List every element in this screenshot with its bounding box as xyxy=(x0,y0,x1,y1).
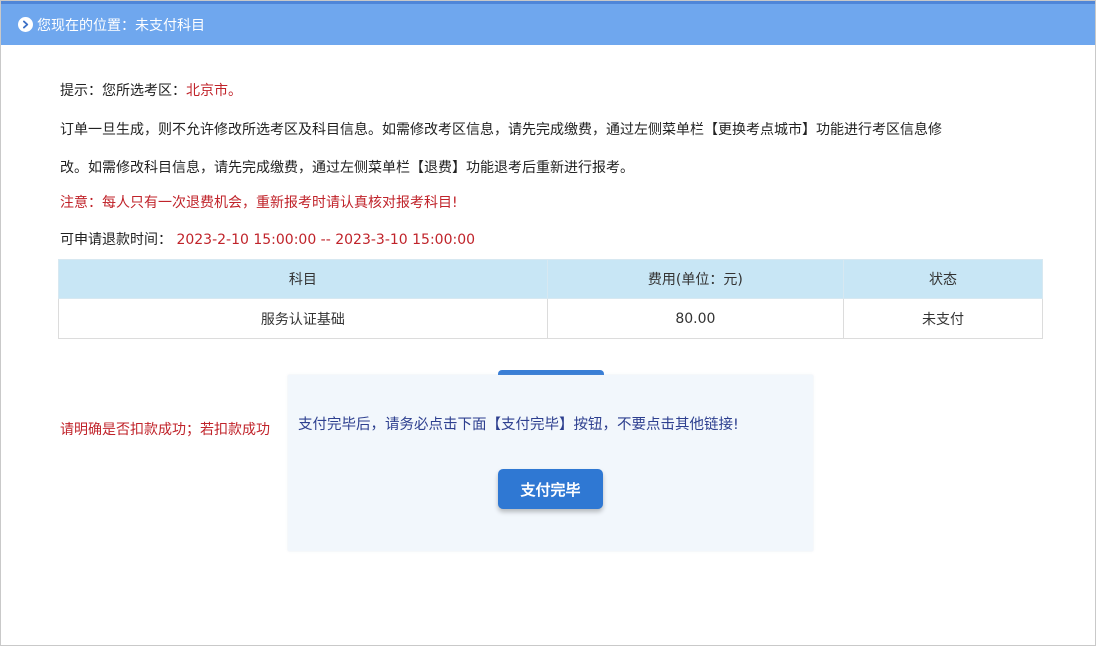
payment-complete-button[interactable]: 支付完毕 xyxy=(498,469,603,509)
refund-time: 可申请退款时间： 2023-2-10 15:00:00 -- 2023-3-10… xyxy=(60,230,475,250)
circle-chevron-right-icon xyxy=(18,17,33,32)
refund-time-value: 2023-2-10 15:00:00 -- 2023-3-10 15:00:00 xyxy=(176,232,476,248)
order-notice-line-1: 订单一旦生成，则不允许修改所选考区及科目信息。如需修改考区信息，请先完成缴费，通… xyxy=(60,122,942,138)
refund-warning: 注意：每人只有一次退费机会，重新报考时请认真核对报考科目! xyxy=(60,195,458,211)
table-header-row: 科目 费用(单位：元) 状态 xyxy=(58,259,1043,299)
page: 您现在的位置： 未支付科目 提示：您所选考区：北京市。 订单一旦生成，则不允许修… xyxy=(0,0,1096,646)
table-row: 服务认证基础 80.00 未支付 xyxy=(58,298,1043,339)
breadcrumb-current: 未支付科目 xyxy=(135,17,205,34)
column-header-fee: 费用(单位：元) xyxy=(546,259,845,299)
payment-modal: 支付完毕后，请务必点击下面【支付完毕】按钮，不要点击其他链接! 支付完毕 xyxy=(288,375,813,551)
order-notice-line-2: 改。如需修改科目信息，请先完成缴费，通过左侧菜单栏【退费】功能退考后重新进行报考… xyxy=(60,160,634,176)
refund-time-label: 可申请退款时间： xyxy=(60,232,172,248)
region-notice: 提示：您所选考区：北京市。 xyxy=(60,81,242,101)
status-cell: 未支付 xyxy=(843,298,1043,339)
region-value: 北京市。 xyxy=(186,83,242,99)
modal-message: 支付完毕后，请务必点击下面【支付完毕】按钮，不要点击其他链接! xyxy=(298,417,739,433)
fee-cell: 80.00 xyxy=(546,298,845,339)
deduction-warning: 请明确是否扣款成功；若扣款成功 xyxy=(60,422,270,438)
fee-table: 科目 费用(单位：元) 状态 服务认证基础 80.00 未支付 xyxy=(58,259,1043,339)
column-header-status: 状态 xyxy=(843,259,1043,299)
breadcrumb-prefix: 您现在的位置： xyxy=(37,17,135,34)
region-label: 提示：您所选考区： xyxy=(60,83,186,99)
breadcrumb-bar: 您现在的位置： 未支付科目 xyxy=(1,1,1095,45)
subject-cell: 服务认证基础 xyxy=(58,298,548,339)
column-header-subject: 科目 xyxy=(58,259,548,299)
